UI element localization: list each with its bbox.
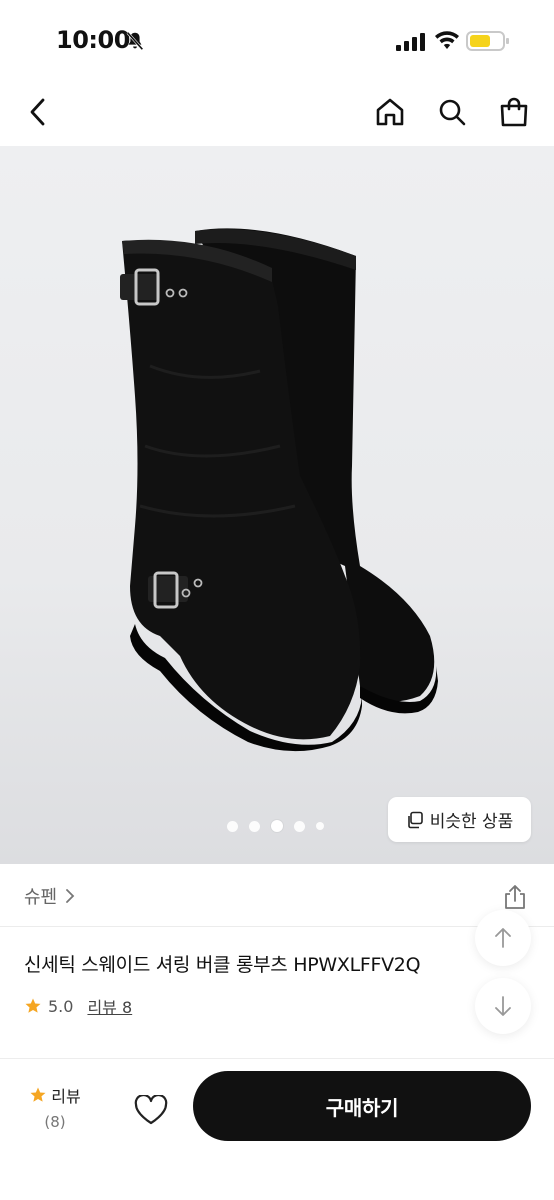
product-title: 신세틱 스웨이드 셔링 버클 롱부츠 HPWXLFFV2Q	[24, 954, 421, 976]
share-icon	[505, 885, 525, 909]
bell-off-icon	[126, 31, 144, 51]
section-divider	[0, 926, 554, 927]
review-summary-button[interactable]: 리뷰 (8)	[20, 1083, 90, 1131]
product-image-boots	[120, 228, 438, 752]
rating-row: 5.0 리뷰 8	[24, 994, 132, 1018]
similar-products-button[interactable]: 비슷한 상품	[388, 797, 531, 842]
shopping-bag-button[interactable]	[494, 92, 534, 132]
heart-icon	[134, 1095, 168, 1125]
chevron-left-icon	[30, 98, 45, 126]
carousel-dot[interactable]	[227, 820, 238, 832]
wifi-icon	[435, 31, 459, 49]
cellular-signal-icon	[396, 33, 425, 51]
scroll-to-top-button[interactable]	[475, 910, 531, 966]
review-count: (8)	[44, 1113, 66, 1131]
buy-button[interactable]: 구매하기	[193, 1071, 531, 1141]
carousel-pagination	[227, 820, 324, 832]
star-icon	[25, 998, 41, 1013]
product-image-carousel[interactable]: 비슷한 상품	[0, 146, 554, 864]
home-icon	[376, 98, 404, 126]
rating-value: 5.0	[48, 996, 74, 1016]
review-label: 리뷰	[51, 1087, 81, 1106]
status-time: 10:00	[56, 26, 130, 54]
back-button[interactable]	[18, 92, 58, 132]
top-nav-bar	[0, 80, 554, 146]
chevron-right-icon	[66, 889, 75, 903]
search-icon	[439, 99, 466, 126]
arrow-down-icon	[495, 996, 511, 1016]
star-icon	[30, 1087, 46, 1102]
carousel-dot-active[interactable]	[271, 820, 283, 832]
battery-icon	[466, 31, 509, 51]
carousel-dot[interactable]	[294, 820, 305, 832]
search-button[interactable]	[432, 92, 472, 132]
review-count-link[interactable]: 리뷰 8	[87, 994, 132, 1018]
brand-name: 슈펜	[24, 887, 58, 908]
arrow-up-icon	[495, 928, 511, 948]
wishlist-button[interactable]	[130, 1089, 172, 1131]
scroll-to-bottom-button[interactable]	[475, 978, 531, 1034]
carousel-dot[interactable]	[249, 820, 260, 832]
copy-icon	[407, 811, 423, 828]
share-button[interactable]	[498, 880, 532, 914]
similar-products-label: 비슷한 상품	[429, 812, 514, 832]
shopping-bag-icon	[500, 97, 528, 127]
brand-link[interactable]: 슈펜	[24, 874, 75, 918]
carousel-dot[interactable]	[316, 822, 324, 830]
bottom-action-bar: 리뷰 (8) 구매하기	[0, 1058, 554, 1200]
home-button[interactable]	[370, 92, 410, 132]
status-bar: 10:00	[0, 0, 554, 80]
